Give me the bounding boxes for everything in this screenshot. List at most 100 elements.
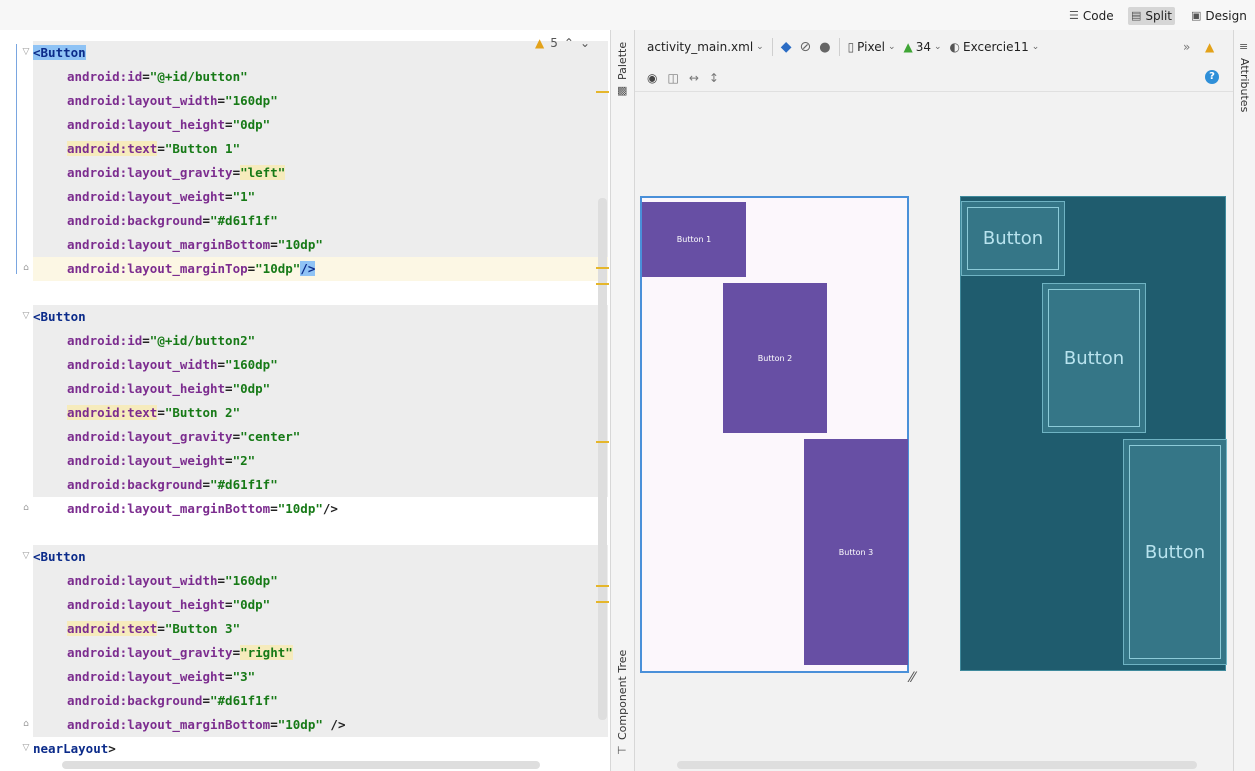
palette-tab[interactable]: Palette bbox=[616, 42, 629, 80]
code-line[interactable]: <Button bbox=[33, 545, 608, 569]
blueprint-button-label: Button bbox=[1048, 289, 1140, 427]
help-icon[interactable]: ? bbox=[1205, 70, 1219, 84]
code-line[interactable]: android:layout_height="0dp" bbox=[33, 377, 608, 401]
fold-icon[interactable]: ▽ bbox=[21, 743, 31, 753]
chevron-up-icon[interactable]: ⌃ bbox=[564, 36, 574, 50]
code-token: "#d61f1f" bbox=[210, 693, 278, 708]
warning-mark[interactable] bbox=[596, 283, 609, 285]
night-mode-icon[interactable]: ● bbox=[819, 40, 830, 55]
design-horizontal-scrollbar[interactable] bbox=[677, 761, 1197, 769]
design-mode-button[interactable]: ▣ Design bbox=[1188, 7, 1250, 25]
code-line[interactable]: android:layout_width="160dp" bbox=[33, 89, 608, 113]
eye-icon[interactable]: ◉ bbox=[647, 71, 657, 85]
code-line[interactable]: android:layout_height="0dp" bbox=[33, 593, 608, 617]
code-mode-label: Code bbox=[1082, 9, 1114, 23]
blueprint-button-label: Button bbox=[967, 207, 1059, 270]
fold-icon[interactable]: ▽ bbox=[21, 47, 31, 57]
vertical-scrollbar[interactable] bbox=[598, 198, 607, 720]
code-line[interactable]: <Button bbox=[33, 305, 608, 329]
split-mode-button[interactable]: ▤ Split bbox=[1128, 7, 1176, 25]
separator bbox=[771, 38, 773, 56]
device-selector[interactable]: ▯ Pixel ⌄ bbox=[848, 40, 896, 54]
warning-mark[interactable] bbox=[596, 91, 609, 93]
attributes-tab[interactable]: Attributes bbox=[1238, 58, 1251, 112]
code-line[interactable]: android:text="Button 3" bbox=[33, 617, 608, 641]
code-line[interactable]: android:text="Button 1" bbox=[33, 137, 608, 161]
code-token: "Button 2" bbox=[164, 405, 241, 420]
fold-icon[interactable]: ▽ bbox=[21, 311, 31, 321]
code-line[interactable]: android:background="#d61f1f" bbox=[33, 473, 608, 497]
code-line[interactable]: <Button bbox=[33, 41, 608, 65]
warning-mark[interactable] bbox=[596, 601, 609, 603]
code-token: android:text bbox=[67, 141, 158, 156]
code-token: <Button bbox=[33, 549, 86, 564]
warning-mark[interactable] bbox=[596, 585, 609, 587]
code-token: = bbox=[202, 213, 210, 228]
code-line[interactable] bbox=[33, 521, 608, 545]
preview-button-2[interactable]: Button 2 bbox=[723, 283, 827, 433]
code-line[interactable]: android:background="#d61f1f" bbox=[33, 689, 608, 713]
code-line[interactable]: android:layout_width="160dp" bbox=[33, 353, 608, 377]
fold-icon[interactable]: ⌂ bbox=[21, 503, 31, 513]
layers-icon[interactable]: ◆ bbox=[781, 39, 792, 55]
code-token: android:layout_marginBottom bbox=[67, 501, 271, 516]
device-preview[interactable]: Button 1 Button 2 Button 3 bbox=[640, 196, 909, 673]
inspection-widget[interactable]: ▲ 5 ⌃ ⌄ bbox=[535, 36, 590, 50]
more-icon[interactable]: » bbox=[1183, 40, 1190, 54]
code-line[interactable]: android:layout_gravity="right" bbox=[33, 641, 608, 665]
theme-selector[interactable]: ◐ Excercie11 ⌄ bbox=[950, 40, 1040, 54]
code-mode-button[interactable]: ☰ Code bbox=[1066, 7, 1117, 25]
fold-icon[interactable]: ⌂ bbox=[21, 263, 31, 273]
code-token: "0dp" bbox=[232, 381, 271, 396]
code-line[interactable]: android:layout_width="160dp" bbox=[33, 569, 608, 593]
blueprint-toggle-icon[interactable]: ◫ bbox=[667, 71, 678, 85]
blueprint-view[interactable]: Button Button Button bbox=[960, 196, 1227, 671]
file-selector[interactable]: activity_main.xml ⌄ bbox=[647, 40, 764, 54]
code-line[interactable] bbox=[33, 281, 608, 305]
chevron-down-icon: ⌄ bbox=[1031, 42, 1040, 52]
code-line[interactable]: android:layout_weight="2" bbox=[33, 449, 608, 473]
code-token: android:layout_marginBottom bbox=[67, 237, 271, 252]
chevron-down-icon[interactable]: ⌄ bbox=[580, 36, 590, 50]
code-editor[interactable]: ▽ ⌂ ▽ ⌂ ▽ ⌂ ▽ <Button android:id="@+id/button" a… bbox=[0, 30, 610, 771]
preview-button-1[interactable]: Button 1 bbox=[642, 202, 746, 277]
code-line[interactable]: android:layout_marginTop="10dp"/> bbox=[33, 257, 608, 281]
api-selector[interactable]: ▲ 34 ⌄ bbox=[903, 40, 941, 54]
component-tree-tab[interactable]: Component Tree bbox=[616, 650, 629, 740]
horizontal-scrollbar[interactable] bbox=[62, 761, 540, 769]
code-line[interactable]: android:layout_marginBottom="10dp" bbox=[33, 233, 608, 257]
code-token: = bbox=[225, 669, 233, 684]
blueprint-button-3[interactable]: Button bbox=[1123, 439, 1227, 665]
resize-handle-icon[interactable]: ⁄⁄ bbox=[910, 670, 915, 686]
fold-icon[interactable]: ▽ bbox=[21, 551, 31, 561]
tree-icon: ⊢ bbox=[617, 744, 627, 757]
code-token: = bbox=[225, 117, 233, 132]
blueprint-button-2[interactable]: Button bbox=[1042, 283, 1146, 433]
blueprint-button-1[interactable]: Button bbox=[961, 201, 1065, 276]
code-line[interactable]: android:id="@+id/button" bbox=[33, 65, 608, 89]
design-mode-label: Design bbox=[1205, 9, 1247, 23]
fold-icon[interactable]: ⌂ bbox=[21, 719, 31, 729]
warning-mark[interactable] bbox=[596, 267, 609, 269]
code-line[interactable]: android:layout_weight="1" bbox=[33, 185, 608, 209]
code-token: android:layout_marginBottom bbox=[67, 717, 271, 732]
code-line[interactable]: android:layout_gravity="center" bbox=[33, 425, 608, 449]
code-line[interactable]: android:layout_marginBottom="10dp"/> bbox=[33, 497, 608, 521]
code-line[interactable]: nearLayout> bbox=[33, 737, 608, 761]
orientation-icon[interactable]: ⊘ bbox=[799, 39, 811, 55]
code-token: = bbox=[270, 237, 278, 252]
code-token: = bbox=[157, 405, 165, 420]
code-line[interactable]: android:background="#d61f1f" bbox=[33, 209, 608, 233]
code-line[interactable]: android:text="Button 2" bbox=[33, 401, 608, 425]
code-line[interactable]: android:layout_marginBottom="10dp" /> bbox=[33, 713, 608, 737]
preview-button-3[interactable]: Button 3 bbox=[804, 439, 908, 665]
vertical-resize-icon[interactable]: ↕ bbox=[709, 71, 719, 85]
horizontal-resize-icon[interactable]: ↔ bbox=[689, 71, 699, 85]
code-line[interactable]: android:layout_weight="3" bbox=[33, 665, 608, 689]
warning-icon[interactable]: ▲ bbox=[1205, 40, 1214, 54]
code-line[interactable]: android:id="@+id/button2" bbox=[33, 329, 608, 353]
code-token: "#d61f1f" bbox=[210, 213, 278, 228]
warning-mark[interactable] bbox=[596, 441, 609, 443]
code-line[interactable]: android:layout_gravity="left" bbox=[33, 161, 608, 185]
code-line[interactable]: android:layout_height="0dp" bbox=[33, 113, 608, 137]
